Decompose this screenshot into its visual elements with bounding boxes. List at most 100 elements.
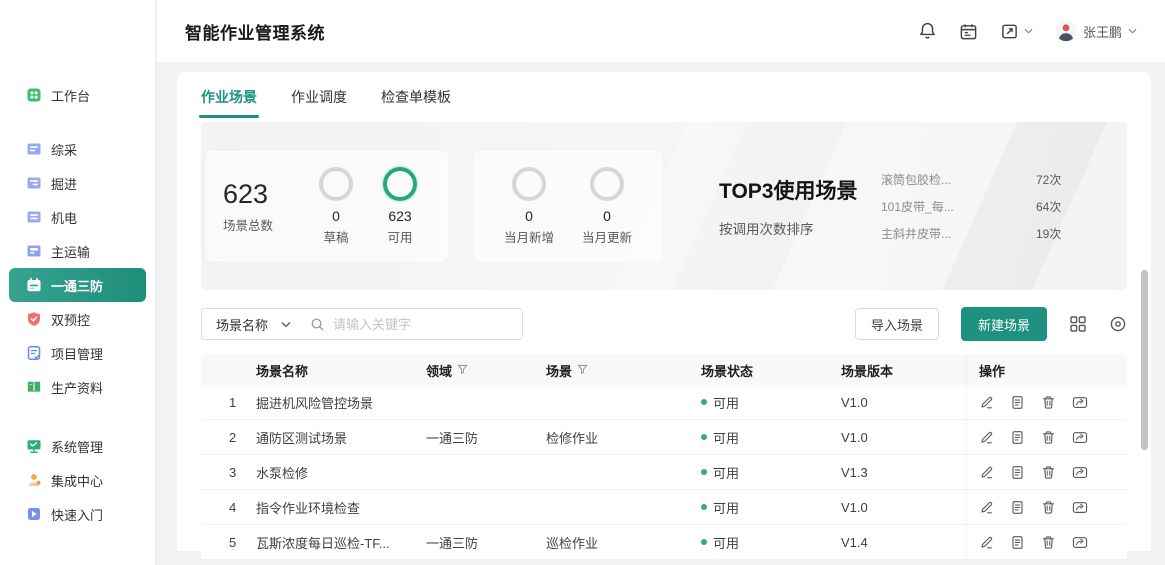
table-header-label: 场景状态	[701, 361, 753, 380]
actions-cell	[966, 385, 1127, 419]
delete-icon[interactable]	[1041, 535, 1056, 550]
sidebar-item[interactable]: 项目管理	[9, 336, 146, 370]
settings-icon[interactable]	[1109, 315, 1127, 333]
scene-total: 623 场景总数	[207, 179, 289, 234]
monthly-stats-card: 0当月新增0当月更新	[475, 151, 661, 261]
table-row[interactable]: 1掘进机风险管控场景可用V1.0	[201, 385, 1127, 420]
top-header: 智能作业管理系统 张王鹏	[157, 0, 1165, 62]
status-dot	[701, 399, 707, 405]
import-scene-button[interactable]: 导入场景	[855, 308, 939, 340]
sidebar-item[interactable]: 系统管理	[9, 429, 146, 463]
sidebar-item[interactable]: 主运输	[9, 234, 146, 268]
row-index: 3	[201, 465, 256, 480]
share-icon[interactable]	[1072, 430, 1088, 445]
edit-icon[interactable]	[979, 430, 994, 445]
tab-0[interactable]: 作业场景	[201, 87, 257, 118]
stat-ring-item: 0当月新增	[504, 167, 554, 246]
tab-1[interactable]: 作业调度	[291, 87, 347, 118]
table-header-2: 领域	[426, 361, 546, 380]
sidebar-item[interactable]: 一通三防	[9, 268, 146, 302]
copy-icon[interactable]	[1010, 395, 1025, 410]
delete-icon[interactable]	[1041, 395, 1056, 410]
domain-cell: 一通三防	[426, 533, 546, 552]
create-scene-button[interactable]: 新建场景	[961, 307, 1047, 341]
delete-icon[interactable]	[1041, 430, 1056, 445]
version-cell: V1.0	[841, 500, 966, 515]
copy-icon[interactable]	[1010, 465, 1025, 480]
share-icon[interactable]	[1072, 395, 1088, 410]
user-name: 张王鹏	[1083, 22, 1122, 41]
delete-icon[interactable]	[1041, 465, 1056, 480]
tab-2[interactable]: 检查单模板	[381, 87, 451, 118]
vertical-scrollbar[interactable]	[1141, 270, 1148, 450]
copy-icon[interactable]	[1010, 535, 1025, 550]
sidebar-item[interactable]: 快速入门	[9, 497, 146, 531]
app-switcher-button[interactable]	[1000, 22, 1033, 41]
copy-icon[interactable]	[1010, 500, 1025, 515]
sidebar-group: 工作台	[0, 78, 155, 112]
ring-value: 623	[383, 208, 417, 224]
status-label: 可用	[713, 393, 739, 412]
project-icon	[26, 345, 42, 361]
edit-icon[interactable]	[979, 395, 994, 410]
scene-table: 场景名称领域场景场景状态场景版本操作 1掘进机风险管控场景可用V1.02通防区测…	[201, 355, 1127, 560]
edit-icon[interactable]	[979, 500, 994, 515]
top3-item-count: 19次	[1036, 225, 1061, 242]
share-icon[interactable]	[1072, 465, 1088, 480]
table-header-4: 场景状态	[701, 361, 841, 380]
share-icon[interactable]	[1072, 535, 1088, 550]
table-header-row: 场景名称领域场景场景状态场景版本操作	[201, 355, 1127, 385]
table-header-5: 场景版本	[841, 361, 966, 380]
status-cell: 可用	[701, 463, 841, 482]
table-row[interactable]: 2通防区测试场景一通三防检修作业可用V1.0	[201, 420, 1127, 455]
sidebar-item[interactable]: 双预控	[9, 302, 146, 336]
scene-total-label: 场景总数	[223, 215, 289, 234]
sidebar-item[interactable]: 掘进	[9, 166, 146, 200]
keyword-search-input[interactable]	[333, 317, 522, 332]
tunneling-icon	[26, 175, 42, 191]
sidebar-item-label: 生产资料	[51, 378, 103, 397]
sidebar-item-label: 综采	[51, 140, 77, 159]
table-row[interactable]: 5瓦斯浓度每日巡检-TF...一通三防巡检作业可用V1.4	[201, 525, 1127, 560]
notification-bell-icon[interactable]	[918, 21, 937, 41]
sidebar-item[interactable]: 集成中心	[9, 463, 146, 497]
edit-icon[interactable]	[979, 465, 994, 480]
calendar-icon[interactable]	[959, 22, 978, 41]
ring-indicator	[383, 167, 417, 201]
top3-panel: TOP3使用场景 按调用次数排序 滚筒包胶检...72次101皮带_每...64…	[691, 150, 1113, 262]
filter-funnel-icon[interactable]	[577, 363, 588, 378]
chevron-down-icon	[281, 321, 291, 328]
share-icon[interactable]	[1072, 500, 1088, 515]
scene-name-cell: 瓦斯浓度每日巡检-TF...	[256, 533, 426, 552]
electromech-icon	[26, 209, 42, 225]
table-header-label: 场景	[546, 361, 572, 380]
sidebar-item[interactable]: 机电	[9, 200, 146, 234]
search-field-select[interactable]: 场景名称	[202, 315, 304, 334]
top3-item-count: 72次	[1036, 171, 1061, 188]
scene-total-value: 623	[223, 179, 289, 210]
status-badge: 可用	[701, 428, 841, 447]
actions-cell	[966, 490, 1127, 524]
tab-bar: 作业场景 作业调度 检查单模板	[201, 72, 1127, 118]
table-row[interactable]: 3水泵检修可用V1.3	[201, 455, 1127, 490]
edit-icon[interactable]	[979, 535, 994, 550]
filter-funnel-icon[interactable]	[457, 363, 468, 378]
table-header-label-wrap: 场景版本	[841, 361, 966, 380]
sidebar-item-label: 工作台	[51, 86, 90, 105]
table-header-label-wrap: 场景名称	[256, 361, 426, 380]
sidebar-item[interactable]: 综采	[9, 132, 146, 166]
table-row[interactable]: 4指令作业环境检查可用V1.0	[201, 490, 1127, 525]
sidebar-item[interactable]: 生产资料	[9, 370, 146, 404]
table-toolbar: 场景名称 导入场景 新建场景	[201, 307, 1127, 341]
sidebar-item[interactable]: 工作台	[9, 78, 146, 112]
copy-icon[interactable]	[1010, 430, 1025, 445]
grid-view-icon[interactable]	[1069, 315, 1087, 333]
mining-icon	[26, 141, 42, 157]
ring-value: 0	[582, 208, 632, 224]
row-actions	[979, 465, 1088, 480]
delete-icon[interactable]	[1041, 500, 1056, 515]
user-menu[interactable]: 张王鹏	[1055, 20, 1137, 42]
status-badge: 可用	[701, 463, 841, 482]
scene-type-cell: 巡检作业	[546, 533, 701, 552]
quickstart-icon	[26, 506, 42, 522]
